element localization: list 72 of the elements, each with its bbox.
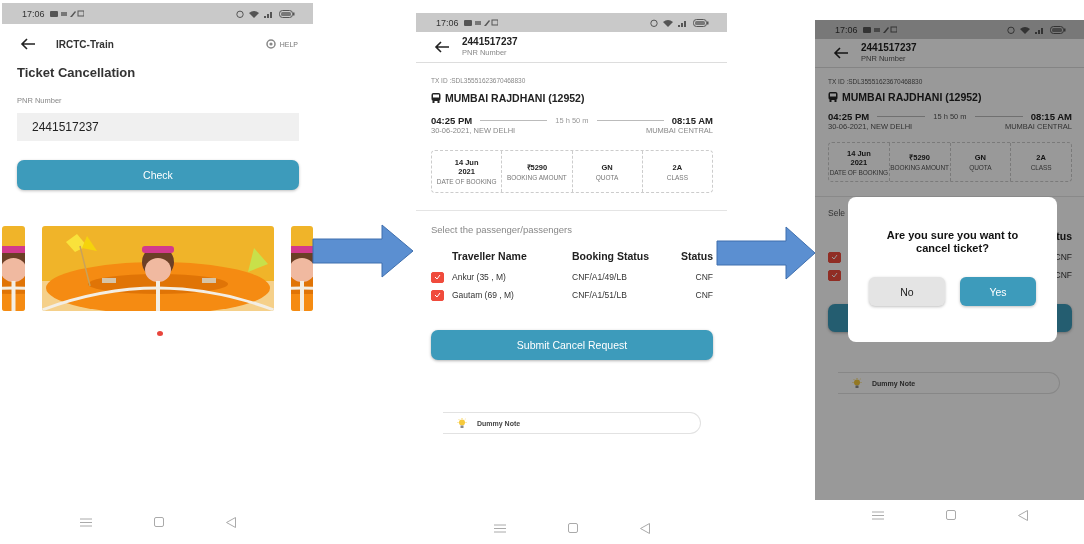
wifi-icon [663,18,673,27]
back-arrow-icon[interactable] [434,41,450,53]
booking-status: CNF/A1/51/LB [572,290,627,300]
back-arrow-icon[interactable] [833,47,849,59]
arrival-time: 08:15 AM [1030,110,1072,122]
pnr-input-field[interactable]: 2441517237 [17,113,299,141]
dialog-button[interactable]: No [869,277,945,306]
home-icon[interactable] [567,523,578,533]
alarm-icon [236,9,244,18]
dialog-message: Are you sure you want to cancel ticket? [885,229,1020,255]
menu-icon[interactable] [871,510,884,520]
alarm-icon [1007,25,1015,34]
checkbox[interactable] [828,251,841,263]
home-icon[interactable] [945,510,956,520]
ticket-status: CNF [695,272,713,282]
checkbox[interactable] [431,271,444,283]
dialog-button[interactable]: Yes [960,277,1036,306]
back-icon[interactable] [225,516,236,528]
status-time: 17:06 [22,8,45,19]
column-header: Status [680,250,713,262]
train-name: MUMBAI RAJDHANI (12952) [842,91,982,103]
signal-icon [264,9,274,18]
check-icon [434,274,441,280]
signal-icon [678,18,688,27]
lightbulb-icon [457,417,467,429]
wifi-icon [1020,25,1030,34]
checkbox[interactable] [828,269,841,281]
status-time: 17:06 [436,17,459,28]
home-icon[interactable] [153,517,164,527]
ticket-status: CNF [695,290,713,300]
battery-icon [1050,25,1066,34]
check-icon [434,292,441,298]
column-header: tus [1056,230,1072,242]
battery-icon [279,9,295,18]
help-icon[interactable] [265,39,276,49]
booking-status: CNF/A1/49/LB [572,272,627,282]
lightbulb-icon [852,377,862,389]
pnr-title: 2441517237 [861,42,917,54]
column-header: Booking Status [572,250,649,262]
back-icon[interactable] [639,522,650,534]
checkbox[interactable] [431,289,444,301]
page-heading: Ticket Cancellation [16,64,137,82]
train-icon [431,93,441,103]
notification-icons-drawing [49,9,84,18]
check-icon [831,272,838,278]
alarm-icon [650,18,658,27]
app-title: IRCTC-Train [56,38,114,50]
departure-time: 04:25 PM [431,114,473,126]
departure-time: 04:25 PM [828,110,870,122]
notification-icons-drawing [463,18,498,27]
traveller-name: Ankur (35 , M) [452,272,506,282]
menu-icon[interactable] [79,517,92,527]
battery-icon [693,18,709,27]
section-label: Select the passenger/passengers [431,224,573,236]
arrival-time: 08:15 AM [671,114,713,126]
notification-icons-drawing [862,25,897,34]
status-time: 17:06 [835,24,858,35]
train-icon [828,92,838,102]
back-icon[interactable] [1017,509,1028,521]
check-button[interactable]: Check [17,160,299,190]
traveller-name: Gautam (69 , M) [452,290,514,300]
menu-icon[interactable] [493,523,506,533]
page-indicator-dot[interactable] [156,331,163,336]
back-arrow-icon[interactable] [20,38,36,50]
section-label: Sele [828,207,846,219]
column-header: Traveller Name [452,250,527,262]
pnr-title: 2441517237 [462,36,518,48]
signal-icon [1035,25,1045,34]
train-name: MUMBAI RAJDHANI (12952) [445,92,585,104]
submit-cancel-button[interactable]: Submit Cancel Request [431,330,713,360]
wifi-icon [249,9,259,18]
check-icon [831,254,838,260]
